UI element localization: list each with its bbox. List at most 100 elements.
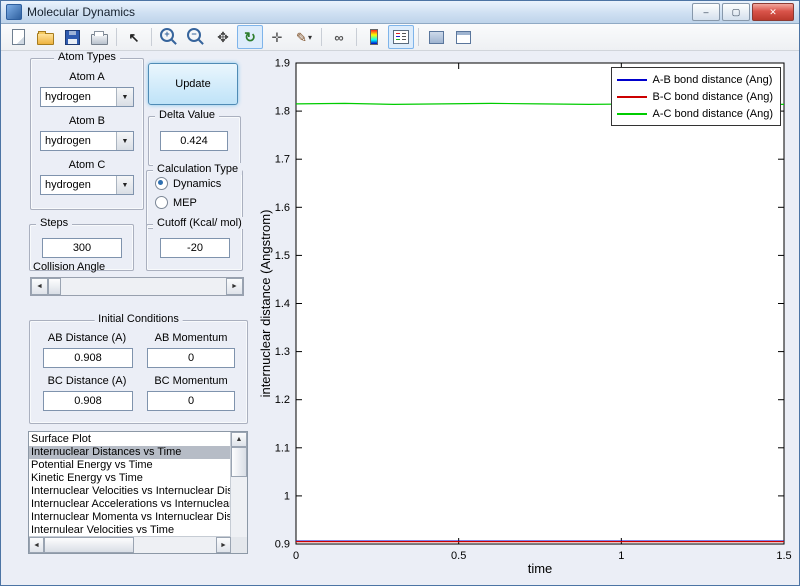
- svg-text:0.5: 0.5: [451, 550, 466, 562]
- legend-label: B-C bond distance (Ang): [653, 91, 773, 103]
- link-plot-icon: ∞: [334, 31, 343, 44]
- zoom-in-button[interactable]: [156, 25, 182, 49]
- atom-a-label: Atom A: [31, 71, 143, 83]
- pan-button[interactable]: ✥: [210, 25, 236, 49]
- bc-momentum-input[interactable]: [147, 391, 235, 411]
- edit-plot-button[interactable]: ↖: [121, 25, 147, 49]
- plot-legend[interactable]: A-B bond distance (Ang) B-C bond distance…: [611, 67, 781, 126]
- plot-list-item[interactable]: Internuclear Distances vs Time: [29, 446, 231, 459]
- save-figure-button[interactable]: [59, 25, 85, 49]
- save-figure-icon: [65, 30, 80, 45]
- atom-a-dropdown[interactable]: hydrogen ▼: [40, 87, 134, 107]
- radio-label: Dynamics: [173, 178, 221, 190]
- window-title: Molecular Dynamics: [27, 5, 692, 19]
- radio-label: MEP: [173, 197, 197, 209]
- maximize-button[interactable]: ▢: [722, 3, 750, 21]
- insert-colorbar-button[interactable]: [361, 25, 387, 49]
- hide-plot-tools-icon: [429, 31, 444, 44]
- toolbar-separator: [321, 28, 322, 46]
- dropdown-arrow-icon[interactable]: ▼: [116, 176, 133, 194]
- slider-right-arrow-icon[interactable]: ►: [226, 278, 243, 295]
- plot-list-item[interactable]: Internuclear Momenta vs Internuclear Dis…: [29, 511, 231, 524]
- new-figure-button[interactable]: [5, 25, 31, 49]
- brush-button[interactable]: ✎▾: [291, 25, 317, 49]
- ab-distance-input[interactable]: [43, 348, 133, 368]
- open-file-icon: [37, 33, 54, 45]
- atom-b-value: hydrogen: [41, 132, 116, 150]
- list-vertical-scrollbar[interactable]: ▲: [230, 432, 247, 537]
- radio-button-icon[interactable]: [155, 196, 168, 209]
- legend-line-sample: [617, 79, 647, 81]
- scroll-right-icon[interactable]: ►: [216, 537, 231, 553]
- edit-plot-icon: ↖: [129, 31, 140, 44]
- calculation-type-options: Dynamics MEP: [147, 177, 242, 209]
- print-figure-button[interactable]: [86, 25, 112, 49]
- bc-distance-input[interactable]: [43, 391, 133, 411]
- svg-text:1.7: 1.7: [275, 154, 290, 166]
- radio-dynamics[interactable]: Dynamics: [155, 177, 242, 190]
- horizontal-scrollbar-thumb[interactable]: [44, 537, 134, 553]
- steps-input[interactable]: [42, 238, 122, 258]
- plot-list-item[interactable]: Kinetic Energy vs Time: [29, 472, 231, 485]
- svg-text:1.5: 1.5: [776, 550, 791, 562]
- svg-text:1.6: 1.6: [275, 202, 290, 214]
- legend-label: A-B bond distance (Ang): [653, 74, 773, 86]
- title-bar[interactable]: Molecular Dynamics – ▢ ✕: [1, 1, 799, 24]
- slider-thumb[interactable]: [48, 278, 61, 295]
- zoom-out-button[interactable]: [183, 25, 209, 49]
- data-cursor-button[interactable]: ✛: [264, 25, 290, 49]
- atom-c-label: Atom C: [31, 159, 143, 171]
- slider-track[interactable]: [61, 278, 226, 295]
- close-button[interactable]: ✕: [752, 3, 794, 21]
- cutoff-input[interactable]: [160, 238, 230, 258]
- svg-text:1.4: 1.4: [275, 298, 290, 310]
- radio-button-icon[interactable]: [155, 177, 168, 190]
- insert-legend-button[interactable]: [388, 25, 414, 49]
- svg-text:1: 1: [284, 490, 290, 502]
- scroll-up-icon[interactable]: ▲: [231, 432, 247, 447]
- brush-dropdown-caret-icon[interactable]: ▾: [308, 33, 312, 42]
- minimize-button[interactable]: –: [692, 3, 720, 21]
- show-plot-tools-button[interactable]: [450, 25, 476, 49]
- new-figure-icon: [12, 29, 25, 45]
- scroll-left-icon[interactable]: ◄: [29, 537, 44, 553]
- steps-title: Steps: [36, 217, 72, 229]
- rotate-3d-icon: ↻: [244, 30, 256, 44]
- link-plot-button[interactable]: ∞: [326, 25, 352, 49]
- radio-mep[interactable]: MEP: [155, 196, 242, 209]
- toolbar-separator: [356, 28, 357, 46]
- dropdown-arrow-icon[interactable]: ▼: [116, 88, 133, 106]
- plot-type-listbox: Surface PlotInternuclear Distances vs Ti…: [28, 431, 248, 554]
- update-button[interactable]: Update: [148, 63, 238, 105]
- list-horizontal-scrollbar[interactable]: ◄ ►: [29, 536, 231, 553]
- collision-angle-slider[interactable]: ◄ ►: [30, 277, 244, 296]
- horizontal-scrollbar-track[interactable]: [134, 537, 216, 553]
- open-file-button[interactable]: [32, 25, 58, 49]
- data-cursor-icon: ✛: [272, 31, 283, 44]
- plot-list-item[interactable]: Surface Plot: [29, 433, 231, 446]
- vertical-scrollbar-thumb[interactable]: [231, 447, 247, 477]
- brush-icon: ✎: [296, 31, 307, 44]
- hide-plot-tools-button[interactable]: [423, 25, 449, 49]
- legend-line-sample: [617, 113, 647, 115]
- atom-c-dropdown[interactable]: hydrogen ▼: [40, 175, 134, 195]
- plot-list-item[interactable]: Internuclear Velocities vs Internuclear …: [29, 485, 231, 498]
- legend-entry: B-C bond distance (Ang): [617, 88, 773, 105]
- delta-value-input[interactable]: [160, 131, 228, 151]
- cutoff-panel: Cutoff (Kcal/ mol): [146, 224, 243, 271]
- svg-text:1.2: 1.2: [275, 394, 290, 406]
- legend-line-sample: [617, 96, 647, 98]
- print-figure-icon: [91, 34, 108, 45]
- atom-b-dropdown[interactable]: hydrogen ▼: [40, 131, 134, 151]
- initial-conditions-panel: Initial Conditions AB Distance (A) AB Mo…: [29, 320, 248, 424]
- dropdown-arrow-icon[interactable]: ▼: [116, 132, 133, 150]
- plot-list-item[interactable]: Internuclear Accelerations vs Internucle…: [29, 498, 231, 511]
- rotate-3d-button[interactable]: ↻: [237, 25, 263, 49]
- plot-list-item[interactable]: Potential Energy vs Time: [29, 459, 231, 472]
- ab-momentum-input[interactable]: [147, 348, 235, 368]
- toolbar-separator: [418, 28, 419, 46]
- delta-value-panel: Delta Value: [148, 116, 241, 166]
- slider-left-arrow-icon[interactable]: ◄: [31, 278, 48, 295]
- legend-entry: A-B bond distance (Ang): [617, 71, 773, 88]
- plot-panel: 0.911.11.21.31.41.51.61.71.81.900.511.5t…: [257, 51, 800, 586]
